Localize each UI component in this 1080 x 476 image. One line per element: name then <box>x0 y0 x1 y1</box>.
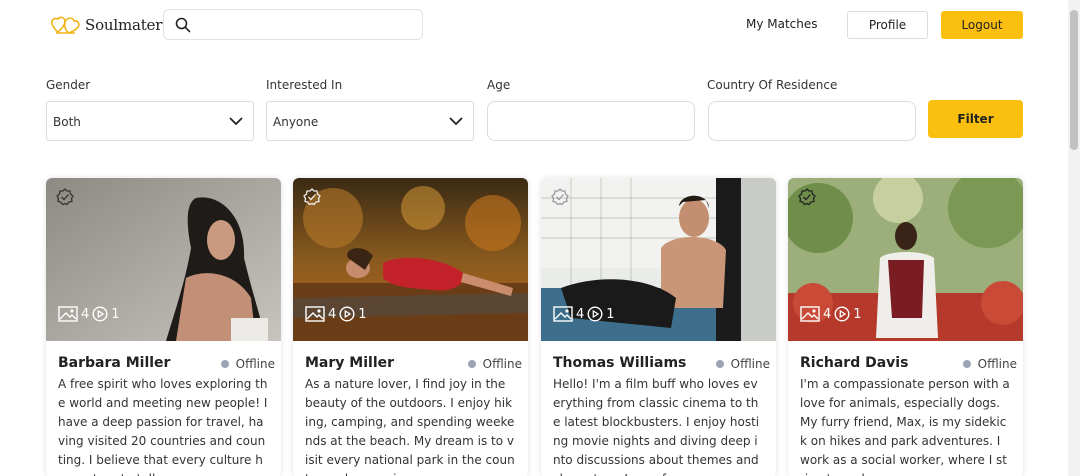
profile-name[interactable]: Barbara Miller <box>58 355 170 371</box>
chevron-down-icon <box>449 117 463 126</box>
profile-card[interactable]: 4 1 Thomas Williams Offline Hello! I'm a… <box>541 178 776 476</box>
photo-count: 4 <box>823 306 832 322</box>
profile-name[interactable]: Mary Miller <box>305 355 394 371</box>
status-dot <box>467 360 476 368</box>
interested-in-label: Interested In <box>266 78 343 92</box>
status-text: Offline <box>482 357 522 371</box>
country-label: Country Of Residence <box>707 78 838 92</box>
gender-select[interactable]: Both <box>46 101 254 141</box>
profile-bio: A free spirit who loves exploring the wo… <box>58 377 268 476</box>
profile-card[interactable]: 4 1 Mary Miller Offline As a nature love… <box>293 178 528 476</box>
image-icon <box>553 306 573 322</box>
page-scrollbar[interactable] <box>1068 0 1080 476</box>
logo-hearts-icon <box>51 16 80 34</box>
media-counts: 4 1 <box>58 306 123 322</box>
video-count: 1 <box>358 306 367 322</box>
video-play-icon <box>834 306 850 322</box>
image-icon <box>305 306 325 322</box>
interested-in-selected-value: Anyone <box>273 115 319 129</box>
photo-count: 4 <box>81 306 90 322</box>
status-badge: Offline <box>962 357 1017 371</box>
profile-photo[interactable]: 4 1 <box>788 178 1023 341</box>
search-icon <box>175 17 191 33</box>
gender-label: Gender <box>46 78 91 92</box>
status-badge: Offline <box>220 357 275 371</box>
image-icon <box>800 306 820 322</box>
verified-badge-icon <box>303 188 321 206</box>
verified-badge-icon <box>551 188 569 206</box>
age-input[interactable] <box>487 101 695 141</box>
nav-my-matches-link[interactable]: My Matches <box>746 17 818 31</box>
profile-card[interactable]: 4 1 Barbara Miller Offline A free spirit… <box>46 178 281 476</box>
age-label: Age <box>487 78 511 92</box>
profile-name[interactable]: Richard Davis <box>800 355 908 371</box>
verified-badge-icon <box>798 188 816 206</box>
photo-count: 4 <box>576 306 585 322</box>
chevron-down-icon <box>229 117 243 126</box>
profile-bio: Hello! I'm a film buff who loves everyth… <box>553 377 760 476</box>
video-play-icon <box>587 306 603 322</box>
status-dot <box>962 360 971 368</box>
profile-photo[interactable]: 4 1 <box>46 178 281 341</box>
status-badge: Offline <box>715 357 770 371</box>
profile-bio: I'm a compassionate person with a love f… <box>800 377 1010 476</box>
media-counts: 4 1 <box>800 306 865 322</box>
profile-photo[interactable]: 4 1 <box>293 178 528 341</box>
video-play-icon <box>92 306 108 322</box>
photo-count: 4 <box>328 306 337 322</box>
filter-button[interactable]: Filter <box>928 100 1023 138</box>
video-play-icon <box>339 306 355 322</box>
profile-name[interactable]: Thomas Williams <box>553 355 686 371</box>
profile-bio: As a nature lover, I find joy in the bea… <box>305 377 515 476</box>
status-text: Offline <box>235 357 275 371</box>
verified-badge-icon <box>56 188 74 206</box>
status-badge: Offline <box>467 357 522 371</box>
country-input[interactable] <box>708 101 916 141</box>
profile-card[interactable]: 4 1 Richard Davis Offline I'm a compassi… <box>788 178 1023 476</box>
media-counts: 4 1 <box>553 306 618 322</box>
interested-in-select[interactable]: Anyone <box>266 101 474 141</box>
search-field[interactable] <box>163 9 423 40</box>
brand-name: Soulmater <box>85 16 163 34</box>
profile-button[interactable]: Profile <box>847 11 928 39</box>
media-counts: 4 1 <box>305 306 370 322</box>
status-text: Offline <box>977 357 1017 371</box>
video-count: 1 <box>853 306 862 322</box>
image-icon <box>58 306 78 322</box>
logout-button[interactable]: Logout <box>941 11 1023 39</box>
status-dot <box>715 360 724 368</box>
scrollbar-thumb[interactable] <box>1070 10 1078 150</box>
search-input[interactable] <box>200 14 415 36</box>
status-text: Offline <box>730 357 770 371</box>
profile-photo[interactable]: 4 1 <box>541 178 776 341</box>
video-count: 1 <box>606 306 615 322</box>
top-navbar: Soulmater My Matches Profile Logout <box>0 0 1068 50</box>
video-count: 1 <box>111 306 120 322</box>
gender-selected-value: Both <box>53 115 81 129</box>
status-dot <box>220 360 229 368</box>
brand-logo[interactable]: Soulmater <box>49 14 162 36</box>
